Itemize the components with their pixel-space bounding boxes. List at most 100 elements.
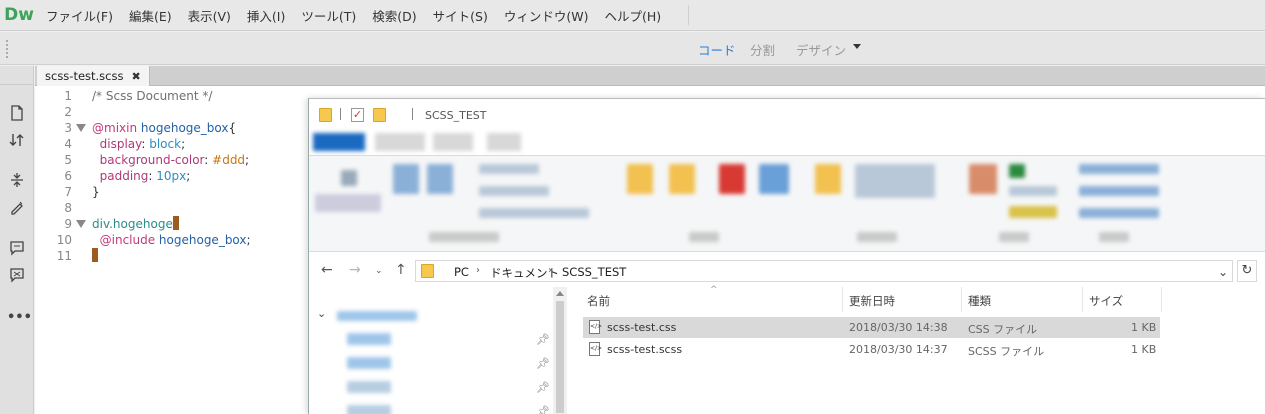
code-text	[92, 248, 98, 264]
code-text: div.hogehoge	[92, 216, 179, 232]
code-line[interactable]: 5 background-color: #ddd;	[35, 152, 335, 168]
line-number: 6	[64, 169, 72, 183]
code-token: }	[92, 185, 100, 199]
address-bar[interactable]: PC › ドキュメント › SCSS_TEST ⌄	[415, 260, 1233, 282]
back-icon[interactable]: ←	[321, 262, 333, 278]
toolbar-grip[interactable]	[6, 40, 8, 58]
file-size: 1 KB	[1131, 343, 1157, 356]
new-folder-icon[interactable]	[373, 108, 386, 122]
file-modified: 2018/03/30 14:37	[849, 343, 948, 356]
menu-site[interactable]: サイト(S)	[425, 6, 496, 25]
code-line[interactable]: 9 div.hogehoge	[35, 216, 335, 232]
menu-edit[interactable]: 編集(E)	[121, 6, 180, 25]
column-modified[interactable]: 更新日時	[849, 293, 895, 309]
fold-toggle-icon[interactable]	[76, 220, 86, 228]
menu-insert[interactable]: 挿入(I)	[239, 6, 293, 25]
nav-quick-access[interactable]	[337, 311, 417, 321]
code-token: hogehoge_box	[155, 233, 247, 247]
comment-icon[interactable]	[7, 240, 27, 258]
menu-find[interactable]: 検索(D)	[364, 6, 424, 25]
line-number: 5	[64, 153, 72, 167]
nav-item[interactable]	[347, 405, 391, 414]
code-line[interactable]: 2	[35, 104, 335, 120]
table-row[interactable]: </> scss-test.scss 2018/03/30 14:37 SCSS…	[583, 339, 1160, 360]
view-switch-bar: コード 分割 デザイン	[0, 32, 1265, 65]
code-line[interactable]: 4 display: block;	[35, 136, 335, 152]
navigation-pane: ⌄ 📌︎ 📌︎ 📌︎ 📌︎	[309, 287, 567, 414]
breadcrumb-pc[interactable]: PC	[454, 265, 469, 279]
pin-icon[interactable]: 📌︎	[536, 333, 550, 346]
file-size: 1 KB	[1131, 321, 1157, 334]
document-tab-bar: scss-test.scss ✖	[35, 66, 1265, 86]
forward-icon[interactable]: →	[349, 262, 361, 278]
code-token: 10px	[156, 169, 187, 183]
code-token: :	[204, 153, 213, 167]
bracket-highlight	[92, 248, 98, 262]
scroll-up-icon[interactable]	[556, 291, 564, 296]
line-number: 8	[64, 201, 72, 215]
more-icon[interactable]: •••	[7, 309, 32, 327]
code-line[interactable]: 8	[35, 200, 335, 216]
menu-tools[interactable]: ツール(T)	[293, 6, 364, 25]
file-type: CSS ファイル	[968, 323, 1038, 336]
code-token: padding	[92, 169, 149, 183]
code-line[interactable]: 7}	[35, 184, 335, 200]
nav-item[interactable]	[347, 381, 391, 393]
code-line[interactable]: 3 @mixin hogehoge_box{	[35, 120, 335, 136]
fold-toggle-icon[interactable]	[76, 124, 86, 132]
code-line[interactable]: 11	[35, 248, 335, 264]
navigation-scrollbar[interactable]	[553, 287, 567, 414]
checkmark-icon[interactable]: ✓	[351, 108, 364, 122]
expand-icon[interactable]	[7, 172, 27, 190]
refresh-icon[interactable]: ↻	[1237, 260, 1257, 282]
code-token: @mixin	[92, 121, 138, 135]
code-view-button[interactable]: コード	[698, 40, 736, 59]
pin-icon[interactable]: 📌︎	[536, 405, 550, 414]
column-name[interactable]: 名前	[587, 293, 610, 309]
recent-dropdown-icon[interactable]: ⌄	[375, 266, 383, 276]
uncomment-icon[interactable]	[7, 267, 27, 285]
code-line[interactable]: 1 /* Scss Document */	[35, 88, 335, 104]
chevron-down-icon[interactable]: ⌄	[1218, 265, 1228, 279]
line-number: 7	[64, 185, 72, 199]
ribbon-tabs	[309, 129, 1265, 155]
design-view-button[interactable]: デザイン	[796, 40, 846, 59]
tab-file[interactable]	[313, 133, 365, 151]
tab-view[interactable]	[487, 133, 521, 151]
menu-help[interactable]: ヘルプ(H)	[596, 6, 669, 25]
format-icon[interactable]	[7, 199, 27, 217]
tab-share[interactable]	[433, 133, 473, 151]
nav-item[interactable]	[347, 333, 391, 345]
code-line[interactable]: 10 @include hogehoge_box;	[35, 232, 335, 248]
menu-view[interactable]: 表示(V)	[180, 6, 239, 25]
code-line[interactable]: 6 padding: 10px;	[35, 168, 335, 184]
menu-window[interactable]: ウィンドウ(W)	[496, 6, 597, 25]
menu-file[interactable]: ファイル(F)	[38, 6, 121, 25]
sort-icon[interactable]	[7, 132, 27, 150]
split-view-button[interactable]: 分割	[750, 40, 775, 59]
column-type[interactable]: 種類	[968, 293, 991, 309]
code-token: /* Scss Document */	[92, 89, 213, 103]
close-icon[interactable]: ✖	[131, 67, 140, 86]
column-size[interactable]: サイズ	[1089, 293, 1123, 309]
pin-icon[interactable]: 📌︎	[536, 381, 550, 394]
chevron-right-icon[interactable]: ›	[476, 265, 480, 276]
chevron-down-icon[interactable]: ⌄	[317, 307, 326, 320]
scroll-thumb[interactable]	[556, 301, 564, 413]
chevron-right-icon[interactable]: ›	[548, 265, 552, 276]
document-tab[interactable]: scss-test.scss ✖	[37, 66, 150, 86]
menu-separator	[688, 5, 689, 25]
bracket-highlight	[172, 216, 179, 230]
tab-home[interactable]	[375, 133, 425, 151]
address-row: ← → ⌄ ↑ PC › ドキュメント › SCSS_TEST ⌄ ↻	[309, 256, 1265, 286]
chevron-down-icon[interactable]	[853, 44, 861, 49]
up-icon[interactable]: ↑	[395, 262, 407, 278]
css-file-icon: </>	[589, 320, 602, 334]
pin-icon[interactable]: 📌︎	[536, 357, 550, 370]
ribbon-toolbar	[309, 155, 1265, 252]
nav-item[interactable]	[347, 357, 391, 369]
new-file-icon[interactable]	[7, 105, 27, 123]
table-row[interactable]: </> scss-test.css 2018/03/30 14:38 CSS フ…	[583, 317, 1160, 338]
app-logo: Dw	[4, 5, 34, 25]
breadcrumb-scss-test[interactable]: SCSS_TEST	[562, 265, 626, 279]
